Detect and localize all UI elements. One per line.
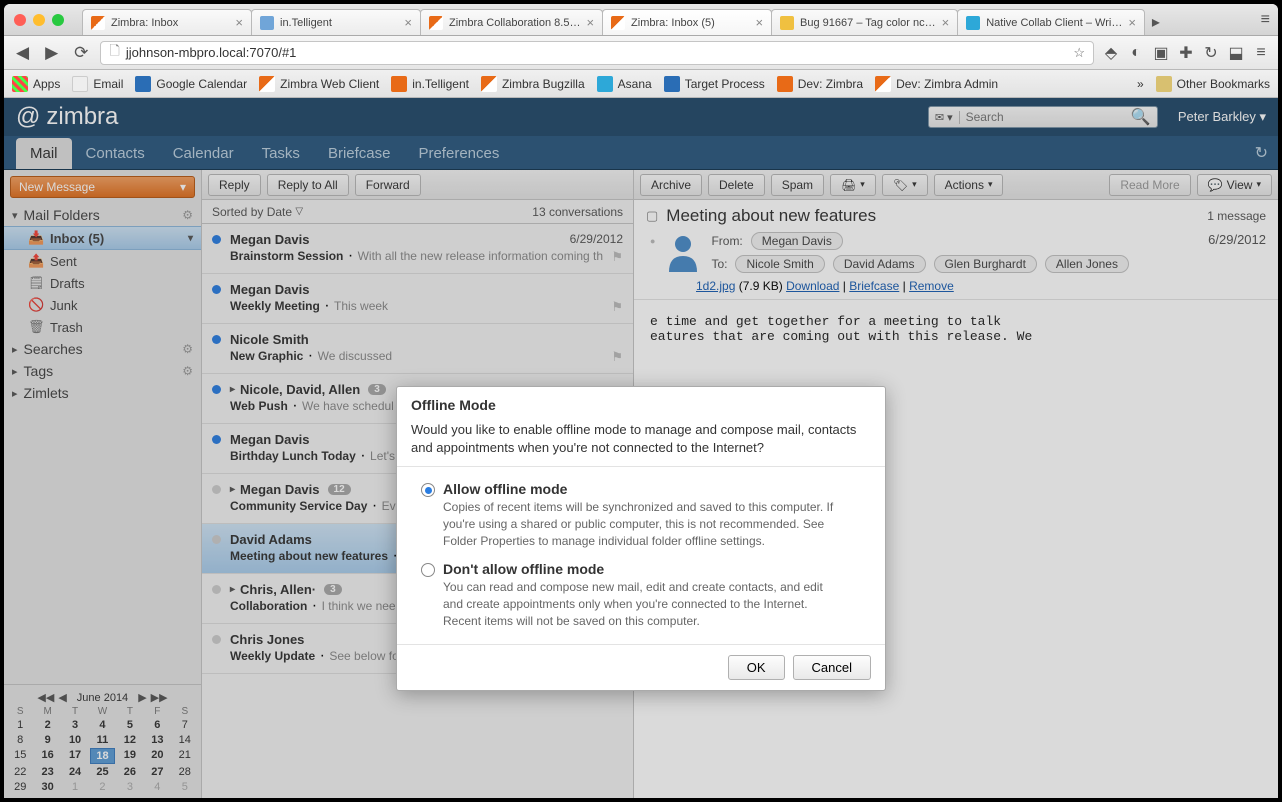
favicon-icon [780,16,794,30]
favicon-icon [91,16,105,30]
favicon-icon [611,16,625,30]
tab-title: Native Collab Client – Wri… [986,17,1122,29]
browser-tab[interactable]: Zimbra Collaboration 8.5… × [420,9,603,35]
folder-icon [1156,76,1172,92]
close-tab-icon[interactable]: × [755,15,763,30]
bookmark-star-icon[interactable]: ☆ [1073,45,1085,61]
bookmark-icon [135,76,151,92]
reload-button[interactable]: ⟳ [70,43,92,63]
other-bookmarks[interactable]: Other Bookmarks [1156,76,1270,92]
bookmarks-overflow[interactable]: » [1137,77,1144,91]
extension-icon[interactable]: ⬘ [1102,44,1120,62]
new-tab-button[interactable]: ▸ [1144,12,1168,32]
apps-button[interactable]: Apps [12,76,60,92]
bookmark-icon [777,76,793,92]
bookmark-item[interactable]: Dev: Zimbra Admin [875,76,998,92]
forward-button[interactable]: ▶ [41,43,62,63]
chrome-menu-button[interactable]: ≡ [1252,44,1270,62]
browser-tabstrip: Zimbra: Inbox × in.Telligent × Zimbra Coll… [4,4,1278,36]
dialog-message: Would you like to enable offline mode to… [397,417,885,466]
favicon-icon [966,16,980,30]
apps-icon [12,76,28,92]
dialog-title: Offline Mode [397,387,885,417]
browser-tab[interactable]: Zimbra: Inbox × [82,9,252,35]
close-tab-icon[interactable]: × [235,15,243,30]
bookmark-icon [664,76,680,92]
bookmark-icon [481,76,497,92]
option-allow-offline[interactable]: Allow offline mode Copies of recent item… [421,481,871,549]
favicon-icon [260,16,274,30]
bookmark-item[interactable]: Dev: Zimbra [777,76,863,92]
radio-button[interactable] [421,563,435,577]
bookmark-icon [72,76,88,92]
modal-overlay: Offline Mode Would you like to enable of… [4,98,1278,798]
tab-title: Zimbra: Inbox (5) [631,17,715,29]
tab-title: in.Telligent [280,17,332,29]
bookmarks-bar: Apps Email Google Calendar Zimbra Web Cl… [4,70,1278,98]
close-tab-icon[interactable]: × [942,15,950,30]
browser-toolbar: ◀ ▶ ⟳ 🗋 jjohnson-mbpro.local:7070/#1 ☆ ⬘… [4,36,1278,70]
radio-button[interactable] [421,483,435,497]
extension-icon[interactable]: ⬓ [1227,44,1245,62]
bookmark-item[interactable]: Target Process [664,76,765,92]
option-label: Don't allow offline mode [443,561,843,577]
bookmark-icon [875,76,891,92]
offline-mode-dialog: Offline Mode Would you like to enable of… [396,386,886,691]
tab-title: Zimbra: Inbox [111,17,178,29]
close-window-icon[interactable] [14,14,26,26]
option-disallow-offline[interactable]: Don't allow offline mode You can read an… [421,561,871,629]
bookmark-icon [597,76,613,92]
extension-icon[interactable]: ▣ [1152,44,1170,62]
browser-tab-active[interactable]: Zimbra: Inbox (5) × [602,9,772,35]
browser-tab[interactable]: in.Telligent × [251,9,421,35]
bookmark-item[interactable]: Google Calendar [135,76,247,92]
minimize-window-icon[interactable] [33,14,45,26]
page-icon: 🗋 [109,42,119,64]
bookmark-item[interactable]: in.Telligent [391,76,469,92]
url-text: jjohnson-mbpro.local:7070/#1 [126,45,297,60]
bookmark-item[interactable]: Asana [597,76,652,92]
bookmark-item[interactable]: Zimbra Bugzilla [481,76,585,92]
close-tab-icon[interactable]: × [404,15,412,30]
option-description: Copies of recent items will be synchroni… [443,499,843,549]
cancel-button[interactable]: Cancel [793,655,871,680]
address-bar[interactable]: 🗋 jjohnson-mbpro.local:7070/#1 ☆ [100,41,1094,65]
bookmark-item[interactable]: Zimbra Web Client [259,76,379,92]
zimbra-app: @zimbra ✉ ▾ 🔍 Peter Barkley ▾ Mail Conta… [4,98,1278,798]
ok-button[interactable]: OK [728,655,785,680]
extension-icon[interactable]: ◐ [1127,44,1145,62]
favicon-icon [429,16,443,30]
tab-overflow-icon[interactable]: ≡ [1261,11,1270,29]
zoom-window-icon[interactable] [52,14,64,26]
option-description: You can read and compose new mail, edit … [443,579,843,629]
bookmark-icon [391,76,407,92]
close-tab-icon[interactable]: × [586,15,594,30]
tab-title: Bug 91667 – Tag color nc… [800,17,936,29]
close-tab-icon[interactable]: × [1128,15,1136,30]
back-button[interactable]: ◀ [12,43,33,63]
bookmark-item[interactable]: Email [72,76,123,92]
extension-icon[interactable]: ↻ [1202,44,1220,62]
browser-tab[interactable]: Native Collab Client – Wri… × [957,9,1145,35]
window-controls [4,14,74,26]
option-label: Allow offline mode [443,481,843,497]
extension-icon[interactable]: ✚ [1177,44,1195,62]
browser-tab[interactable]: Bug 91667 – Tag color nc… × [771,9,958,35]
tab-title: Zimbra Collaboration 8.5… [449,17,580,29]
bookmark-icon [259,76,275,92]
